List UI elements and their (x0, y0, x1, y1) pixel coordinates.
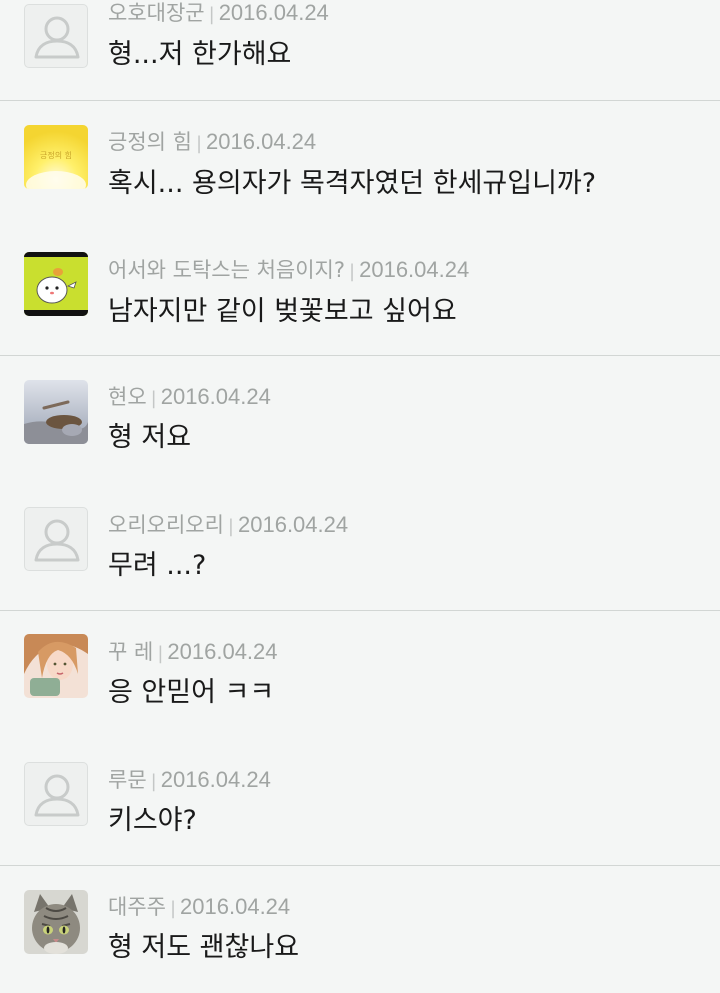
comment-text: 형...저 한가해요 (108, 39, 292, 70)
comment-text: 형 저도 괜찮나요 (108, 932, 300, 963)
default-avatar-icon[interactable] (24, 507, 88, 571)
avatar-label: 긍정의 힘 (40, 150, 72, 160)
comment-feed: 오호대장군|2016.04.24 형...저 한가해요 긍정의 힘 긍정의 (0, 0, 720, 979)
comment-item[interactable]: 긍정의 힘 긍정의 힘 | 2016.04.24 혹시... 용의자가 목격자였던 … (0, 100, 720, 228)
comment-meta: 어서와 도탁스는 처음이지? | 2016.04.24 (108, 257, 469, 285)
meta-separator: | (195, 133, 203, 154)
comment-text: 형 저요 (108, 422, 192, 453)
comment-date: 2016.04.24 (180, 894, 291, 919)
comment-date: 2016.04.24 (359, 257, 470, 282)
comment-meta: 오리오리오리 | 2016.04.24 (108, 512, 348, 540)
comment-item[interactable]: 오호대장군 | 2016.04.24 형...저 한가해요 (0, 0, 720, 100)
yellow-sun-avatar[interactable]: 긍정의 힘 (24, 125, 88, 189)
comment-author[interactable]: 꾸 레 (108, 640, 153, 664)
comment-item[interactable]: 오리오리오리 | 2016.04.24 무려 ...? (0, 483, 720, 611)
meta-separator: | (150, 388, 157, 409)
meta-separator: | (169, 898, 177, 919)
tabby-cat-avatar[interactable] (24, 890, 88, 954)
comment-date: 2016.04.24 (160, 384, 271, 409)
comment-meta: 루문 | 2016.04.24 (108, 767, 271, 795)
comment-meta: 꾸 레 | 2016.04.24 (108, 639, 278, 667)
comment-text: 무려 ...? (108, 550, 207, 581)
comment-meta: 현오 | 2016.04.24 (108, 384, 271, 412)
meta-separator: | (150, 771, 157, 792)
photo-avatar[interactable] (24, 380, 88, 444)
comment-meta: 대주주 | 2016.04.24 (108, 894, 290, 922)
comment-author[interactable]: 긍정의 힘 (108, 130, 192, 154)
comment-text: 혹시... 용의자가 목격자였던 한세규입니까? (108, 168, 597, 199)
comment-author[interactable]: 대주주 (108, 895, 166, 919)
meta-separator: | (349, 261, 356, 282)
comment-item[interactable]: 현오 | 2016.04.24 형 저요 (0, 355, 720, 483)
portrait-photo-avatar[interactable] (24, 634, 88, 698)
comment-author[interactable]: 어서와 도탁스는 처음이지? (108, 258, 345, 282)
comment-item[interactable]: 어서와 도탁스는 처음이지? | 2016.04.24 남자지만 같이 벚꽃보고 싶… (0, 228, 720, 356)
meta-separator: | (208, 4, 215, 25)
comment-date: 2016.04.24 (218, 0, 329, 25)
default-avatar-icon[interactable] (24, 4, 88, 68)
comment-meta: 오호대장군 | 2016.04.24 (108, 0, 329, 28)
comment-date: 2016.04.24 (238, 512, 349, 537)
comment-item[interactable]: 루문 | 2016.04.24 키스야? (0, 738, 720, 866)
default-avatar-icon[interactable] (24, 762, 88, 826)
comment-text: 남자지만 같이 벚꽃보고 싶어요 (108, 296, 457, 327)
comment-item[interactable]: 꾸 레 | 2016.04.24 응 안믿어 ㅋㅋ (0, 610, 720, 738)
comment-author[interactable]: 루문 (108, 768, 147, 792)
comment-author[interactable]: 현오 (108, 385, 147, 409)
comment-author[interactable]: 오리오리오리 (108, 513, 224, 537)
comment-date: 2016.04.24 (160, 767, 271, 792)
comment-text: 키스야? (108, 805, 197, 836)
comment-text: 응 안믿어 ㅋㅋ (108, 677, 275, 708)
meta-separator: | (227, 516, 234, 537)
comment-author[interactable]: 오호대장군 (108, 1, 205, 25)
meta-separator: | (157, 643, 164, 664)
cartoon-hamster-avatar[interactable] (24, 252, 88, 316)
comment-meta: 긍정의 힘 | 2016.04.24 (108, 129, 316, 157)
comment-date: 2016.04.24 (167, 639, 278, 664)
comment-date: 2016.04.24 (206, 129, 317, 154)
comment-item[interactable]: 대주주 | 2016.04.24 형 저도 괜찮나요 (0, 865, 720, 993)
